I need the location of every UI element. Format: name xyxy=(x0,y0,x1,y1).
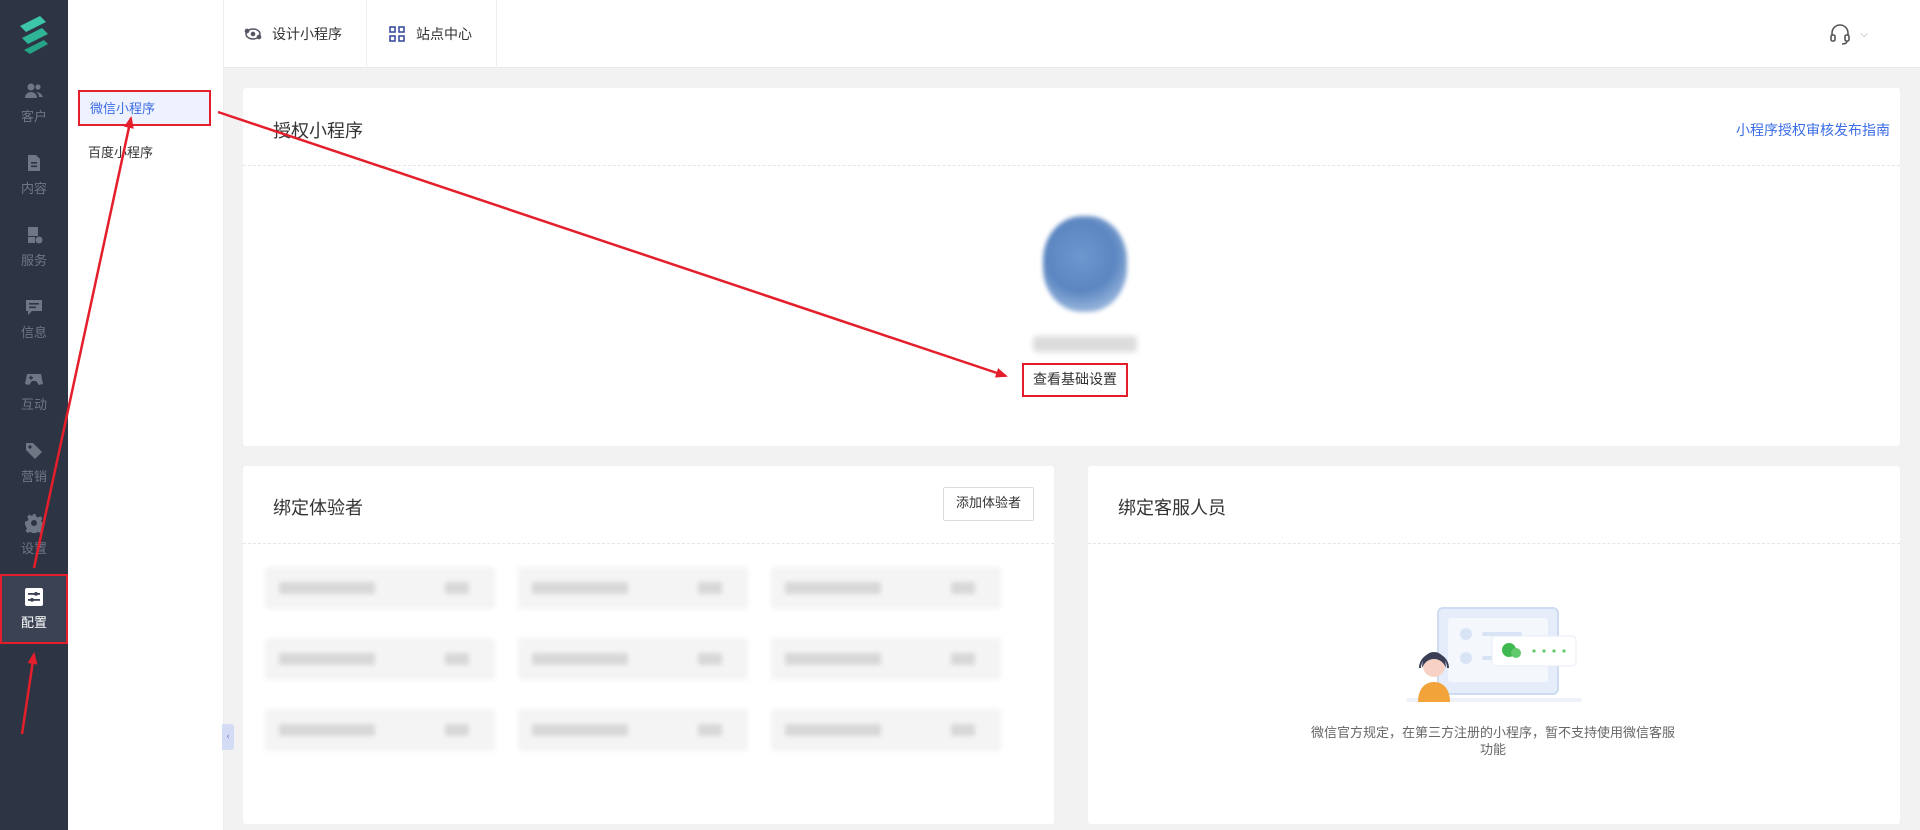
app-logo-icon[interactable] xyxy=(16,12,52,56)
customer-service-note: 微信官方规定，在第三方注册的小程序，暂不支持使用微信客服功能 xyxy=(1310,726,1675,758)
tester-item xyxy=(518,709,748,751)
miniprogram-avatar xyxy=(1043,216,1127,312)
rail-item-service[interactable]: 服务 xyxy=(0,212,68,282)
rail-item-label: 服务 xyxy=(20,254,47,269)
document-icon xyxy=(28,155,40,171)
rail-item-message[interactable]: 信息 xyxy=(0,284,68,354)
secondary-nav: 微信小程序 百度小程序 xyxy=(68,0,224,830)
tab-label: 设计小程序 xyxy=(272,27,342,43)
message-icon xyxy=(26,300,42,315)
guide-link[interactable]: 小程序授权审核发布指南 xyxy=(1736,120,1890,140)
tester-item xyxy=(771,709,1001,751)
miniprogram-name-blurred xyxy=(1033,336,1137,352)
rail-item-label: 配置 xyxy=(20,616,47,631)
rail-item-label: 互动 xyxy=(20,398,47,413)
users-icon xyxy=(25,83,43,98)
collapse-sidebar-handle[interactable]: ‹ xyxy=(222,724,234,750)
left-nav-rail: 客户 内容 服务 信息 互动 营销 设置 配置 xyxy=(0,0,68,830)
rail-item-interaction[interactable]: 互动 xyxy=(0,356,68,426)
gear-icon xyxy=(25,514,44,533)
subnav-item-wechat-miniprogram[interactable]: 微信小程序 xyxy=(78,90,211,126)
top-bar: 设计小程序 站点中心 ⌵ xyxy=(224,0,1920,68)
rail-item-marketing[interactable]: 营销 xyxy=(0,428,68,498)
tester-item xyxy=(265,709,495,751)
tester-item xyxy=(771,567,1001,609)
authorize-card-title: 授权小程序 xyxy=(273,121,363,142)
customer-service-illustration xyxy=(1406,607,1582,702)
rail-item-settings[interactable]: 设置 xyxy=(0,500,68,570)
tag-icon xyxy=(26,443,42,459)
tab-label: 站点中心 xyxy=(416,27,472,43)
headset-icon xyxy=(1830,24,1851,45)
rail-item-label: 内容 xyxy=(20,182,47,197)
rail-item-customer[interactable]: 客户 xyxy=(0,68,68,138)
card-divider xyxy=(243,543,1054,544)
bind-testers-card: 绑定体验者 添加体验者 xyxy=(243,466,1054,824)
add-tester-button[interactable]: 添加体验者 xyxy=(942,487,1034,521)
authorize-card: 授权小程序 小程序授权审核发布指南 查看基础设置 xyxy=(243,88,1900,446)
testers-card-title: 绑定体验者 xyxy=(273,498,363,519)
gamepad-icon xyxy=(25,374,43,385)
rail-item-label: 客户 xyxy=(20,110,47,125)
rail-item-label: 设置 xyxy=(20,542,47,557)
config-icon xyxy=(25,588,43,606)
rail-item-config[interactable]: 配置 xyxy=(0,574,68,644)
grid-icon xyxy=(389,26,405,42)
tester-item xyxy=(518,567,748,609)
view-basic-settings-button[interactable]: 查看基础设置 xyxy=(1022,363,1128,397)
tab-design-miniprogram[interactable]: 设计小程序 xyxy=(224,0,367,68)
card-divider xyxy=(1088,543,1900,544)
rail-item-label: 营销 xyxy=(20,470,47,485)
support-menu[interactable]: ⌵ xyxy=(1828,22,1868,46)
tester-item xyxy=(771,638,1001,680)
design-icon xyxy=(244,28,262,40)
bind-customer-service-card: 绑定客服人员 微信官方规定，在第三方注册的小程序，暂不支持使用微信客服功能 xyxy=(1088,466,1900,824)
rail-item-label: 信息 xyxy=(20,326,47,341)
tester-item xyxy=(518,638,748,680)
tester-item xyxy=(265,638,495,680)
chevron-down-icon: ⌵ xyxy=(1860,28,1868,40)
tab-site-center[interactable]: 站点中心 xyxy=(368,0,497,68)
service-icon xyxy=(28,227,43,244)
rail-item-content[interactable]: 内容 xyxy=(0,140,68,210)
tester-item xyxy=(265,567,495,609)
cs-card-title: 绑定客服人员 xyxy=(1118,498,1226,519)
card-divider xyxy=(243,165,1900,166)
